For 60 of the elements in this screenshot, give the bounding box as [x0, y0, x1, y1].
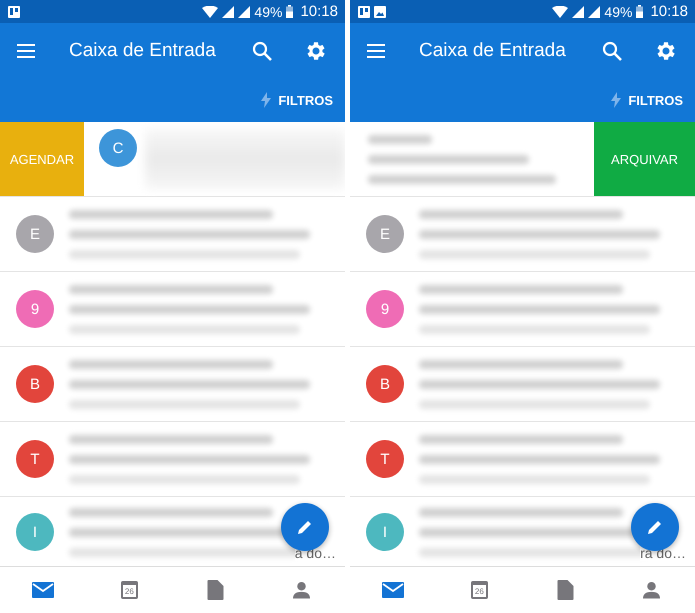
avatar: T	[366, 440, 404, 478]
wifi-icon	[202, 6, 218, 18]
email-row[interactable]: 9	[350, 272, 695, 347]
signal-icon	[572, 6, 584, 18]
battery-percent: 49%	[254, 4, 282, 20]
avatar: T	[16, 440, 54, 478]
compose-button[interactable]	[631, 503, 679, 551]
nav-tab[interactable]: 26	[436, 567, 522, 613]
wifi-icon	[552, 6, 568, 18]
menu-icon[interactable]	[367, 44, 385, 58]
email-row[interactable]: E	[0, 197, 345, 272]
avatar: E	[16, 215, 54, 253]
filters-button[interactable]: FILTROS	[611, 92, 683, 108]
archive-action[interactable]: ARQUIVAR	[594, 122, 695, 196]
search-icon[interactable]	[252, 40, 272, 60]
mail-icon	[382, 582, 404, 598]
avatar: I	[16, 513, 54, 551]
filters-button[interactable]: FILTROS	[261, 92, 333, 108]
menu-icon[interactable]	[17, 44, 35, 58]
email-row[interactable]: C	[84, 122, 345, 196]
avatar: 9	[16, 290, 54, 328]
battery-percent: 49%	[604, 4, 632, 20]
avatar: I	[366, 513, 404, 551]
avatar: C	[99, 129, 137, 167]
lightning-icon	[611, 92, 622, 108]
clock-time: 10:18	[300, 3, 338, 20]
signal-icon	[222, 6, 234, 18]
signal-icon	[588, 6, 600, 18]
mail-icon	[32, 582, 54, 598]
pencil-icon	[297, 519, 313, 535]
calendar-icon: 26	[470, 581, 488, 599]
avatar: 9	[366, 290, 404, 328]
compose-button[interactable]	[281, 503, 329, 551]
board-icon	[8, 6, 20, 18]
search-icon[interactable]	[602, 40, 622, 60]
pencil-icon	[647, 519, 663, 535]
email-row[interactable]: T	[350, 422, 695, 497]
person-icon	[643, 580, 660, 600]
board-icon	[358, 6, 370, 18]
email-row[interactable]: 9	[0, 272, 345, 347]
signal-icon	[238, 6, 250, 18]
image-icon	[374, 6, 386, 18]
lightning-icon	[261, 92, 272, 108]
battery-icon	[286, 5, 294, 18]
clock-time: 10:18	[650, 3, 688, 20]
inbox-title: Caixa de Entrada	[419, 40, 567, 62]
document-icon	[207, 580, 224, 600]
email-row[interactable]: B	[0, 347, 345, 422]
person-icon	[293, 580, 310, 600]
document-icon	[557, 580, 574, 600]
calendar-icon: 26	[120, 581, 138, 599]
inbox-title: Caixa de Entrada	[69, 40, 217, 62]
email-row[interactable]: B	[350, 347, 695, 422]
nav-tab[interactable]: 26	[86, 567, 172, 613]
battery-icon	[636, 5, 644, 18]
avatar: B	[366, 365, 404, 403]
avatar: B	[16, 365, 54, 403]
email-row[interactable]: E	[350, 197, 695, 272]
avatar: E	[366, 215, 404, 253]
email-row[interactable]: T	[0, 422, 345, 497]
